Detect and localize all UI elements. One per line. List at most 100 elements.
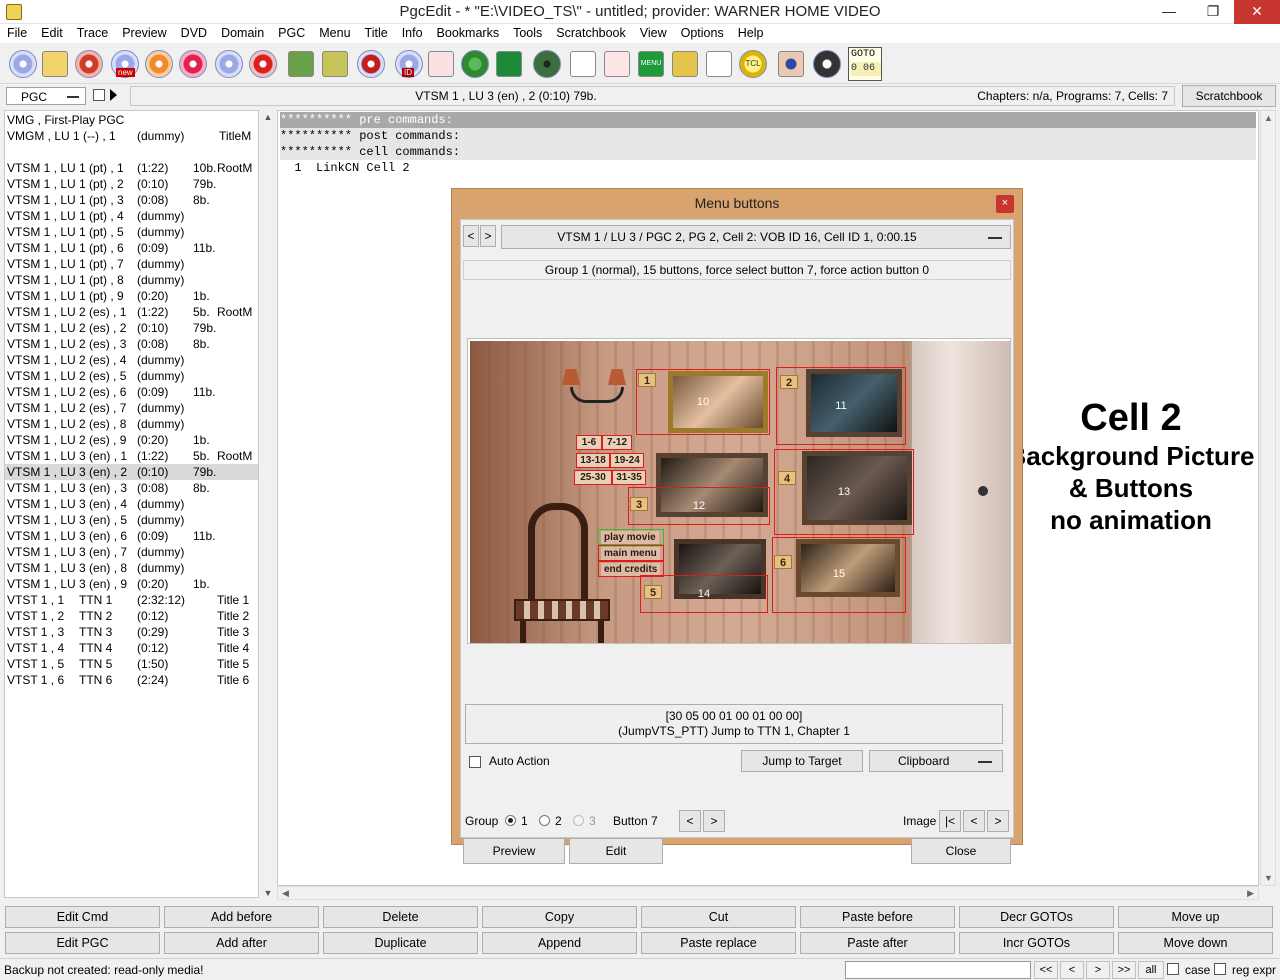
pgc-list-row[interactable]: VTSM 1 , LU 3 (en) , 1 (1:22) 5b. RootM (5, 448, 258, 464)
pgc-list-row[interactable]: VTSM 1 , LU 1 (pt) , 1 (1:22) 10b. RootM (5, 160, 258, 176)
horizontal-scrollbar[interactable]: ◀ ▶ (277, 886, 1259, 900)
button-prev-button[interactable]: < (679, 810, 701, 832)
trace-icon[interactable] (812, 48, 842, 80)
pgc-list-row[interactable]: VTSM 1 , LU 1 (pt) , 3 (0:08) 8b. (5, 192, 258, 208)
pgc-list-row[interactable] (5, 144, 258, 160)
pgc-list-row[interactable]: VTST 1 , 1 TTN 1 (2:32:12) Title 1 (5, 592, 258, 608)
books-yellow-icon[interactable] (320, 48, 350, 80)
play-preview-icon[interactable] (494, 48, 524, 80)
group-3-radio[interactable] (573, 815, 584, 826)
menu-domain[interactable]: Domain (221, 24, 264, 43)
menu-scratchbook[interactable]: Scratchbook (556, 24, 625, 43)
pgc-list-row[interactable]: VTSM 1 , LU 2 (es) , 5 (dummy) (5, 368, 258, 384)
close-window-button[interactable]: ✕ (1234, 0, 1280, 24)
search-next-button[interactable]: > (1086, 961, 1110, 979)
edit-cmd-button[interactable]: Edit Cmd (5, 906, 160, 928)
pgc-list-row[interactable]: VTSM 1 , LU 3 (en) , 5 (dummy) (5, 512, 258, 528)
button-next-button[interactable]: > (703, 810, 725, 832)
picture-button-14[interactable]: 14 (640, 575, 768, 613)
pgc-list-row[interactable]: VTSM 1 , LU 2 (es) , 9 (0:20) 1b. (5, 432, 258, 448)
pgc-dropdown[interactable]: PGC (6, 87, 86, 105)
group-1-radio[interactable] (505, 815, 516, 826)
command-line-1[interactable]: 1 LinkCN Cell 2 (280, 160, 1256, 176)
cell-commands-line[interactable]: ********** cell commands: (280, 144, 1256, 160)
close-dialog-button[interactable]: Close (911, 838, 1011, 864)
pgc-list-row[interactable]: VTSM 1 , LU 2 (es) , 3 (0:08) 8b. (5, 336, 258, 352)
pgc-list-row[interactable]: VTSM 1 , LU 2 (es) , 7 (dummy) (5, 400, 258, 416)
menu-title[interactable]: Title (365, 24, 388, 43)
case-checkbox[interactable] (1167, 963, 1179, 975)
pgc-list-row[interactable]: VTSM 1 , LU 1 (pt) , 9 (0:20) 1b. (5, 288, 258, 304)
search-prev-button[interactable]: < (1060, 961, 1084, 979)
pgc-list-row[interactable]: VMGM , LU 1 (--) , 1 (dummy) TitleM (5, 128, 258, 144)
search-input[interactable] (845, 961, 1031, 979)
books-green-icon[interactable] (286, 48, 316, 80)
new-dvd-icon[interactable]: new (110, 48, 140, 80)
post-commands-line[interactable]: ********** post commands: (280, 128, 1256, 144)
scroll-up-icon[interactable]: ▲ (262, 112, 274, 124)
menu-tools[interactable]: Tools (513, 24, 542, 43)
duplicate-button[interactable]: Duplicate (323, 932, 478, 954)
pgc-list-row[interactable]: VTSM 1 , LU 2 (es) , 1 (1:22) 5b. RootM (5, 304, 258, 320)
pgc-list-row[interactable]: VTST 1 , 3 TTN 3 (0:29) Title 3 (5, 624, 258, 640)
add-after-button[interactable]: Add after (164, 932, 319, 954)
pgc-list-row[interactable]: VTSM 1 , LU 1 (pt) , 4 (dummy) (5, 208, 258, 224)
copy-button[interactable]: Copy (482, 906, 637, 928)
incr-gotos-button[interactable]: Incr GOTOs (959, 932, 1114, 954)
pgc-list-row[interactable]: VTSM 1 , LU 3 (en) , 8 (dummy) (5, 560, 258, 576)
search-first-button[interactable]: << (1034, 961, 1058, 979)
chapter-range-button[interactable]: 13-18 (576, 453, 610, 468)
paste-before-button[interactable]: Paste before (800, 906, 955, 928)
checklist-icon[interactable] (568, 48, 598, 80)
id-disc-icon[interactable]: ID (394, 48, 424, 80)
image-first-button[interactable]: |< (939, 810, 961, 832)
menu-pgc[interactable]: PGC (278, 24, 305, 43)
chapter-range-button[interactable]: 7-12 (602, 435, 632, 450)
edit-button[interactable]: Edit (569, 838, 663, 864)
menu-info[interactable]: Info (402, 24, 423, 43)
image-prev-button[interactable]: < (963, 810, 985, 832)
open-folder-icon[interactable] (40, 48, 70, 80)
pgc-list[interactable]: VMG , First-Play PGC VMGM , LU 1 (--) , 1… (4, 110, 259, 898)
edit-pgc-button[interactable]: Edit PGC (5, 932, 160, 954)
pgc-list-row[interactable]: VTST 1 , 2 TTN 2 (0:12) Title 2 (5, 608, 258, 624)
globe-icon[interactable] (460, 48, 490, 80)
menu-menu[interactable]: Menu (319, 24, 350, 43)
add-before-button[interactable]: Add before (164, 906, 319, 928)
scratchbook-button[interactable]: Scratchbook (1182, 85, 1276, 107)
image-next-button[interactable]: > (987, 810, 1009, 832)
paste-replace-button[interactable]: Paste replace (641, 932, 796, 954)
chapter-range-button[interactable]: 19-24 (610, 453, 644, 468)
pgc-list-row[interactable]: VTSM 1 , LU 1 (pt) , 8 (dummy) (5, 272, 258, 288)
clipboard-button[interactable]: Clipboard (869, 750, 1003, 772)
copy-pages-icon[interactable] (426, 48, 456, 80)
chain-icon[interactable] (670, 48, 700, 80)
menu-bookmarks[interactable]: Bookmarks (437, 24, 500, 43)
multi-disc-icon[interactable] (214, 48, 244, 80)
toggle-checkbox[interactable] (93, 89, 105, 101)
search-all-button[interactable]: all (1138, 961, 1164, 979)
pgc-list-row[interactable]: VTSM 1 , LU 3 (en) , 2 (0:10) 79b. (5, 464, 258, 480)
search-dvd-icon[interactable] (178, 48, 208, 80)
dialog-close-icon[interactable]: × (996, 195, 1014, 213)
tcl-icon[interactable]: TCL (738, 48, 768, 80)
chapter-range-button[interactable]: 25-30 (574, 470, 612, 485)
button-command-box[interactable]: [30 05 00 01 00 01 00 00] (JumpVTS_PTT) … (465, 704, 1003, 744)
pgc-list-row[interactable]: VTSM 1 , LU 3 (en) , 3 (0:08) 8b. (5, 480, 258, 496)
cell-prev-button[interactable]: < (463, 225, 479, 247)
vertical-scrollbar[interactable]: ▲ ▼ (1260, 110, 1276, 886)
pgc-list-row[interactable]: VTSM 1 , LU 3 (en) , 7 (dummy) (5, 544, 258, 560)
jump-to-target-button[interactable]: Jump to Target (741, 750, 863, 772)
menu-view[interactable]: View (640, 24, 667, 43)
menu-file[interactable]: File (7, 24, 27, 43)
pgc-list-row[interactable]: VTSM 1 , LU 1 (pt) , 7 (dummy) (5, 256, 258, 272)
group-2-radio[interactable] (539, 815, 550, 826)
picture-button-10[interactable]: 10 (636, 369, 770, 435)
scroll-down-icon[interactable]: ▼ (262, 888, 274, 900)
goto-indicator[interactable]: GOTO 0 06 (848, 47, 882, 81)
strip-icon[interactable] (248, 48, 278, 80)
picture-button-11[interactable]: 11 (776, 367, 906, 445)
regexpr-checkbox[interactable] (1214, 963, 1226, 975)
menu-icon[interactable]: MENU (636, 48, 666, 80)
pgc-list-row[interactable]: VTSM 1 , LU 3 (en) , 9 (0:20) 1b. (5, 576, 258, 592)
